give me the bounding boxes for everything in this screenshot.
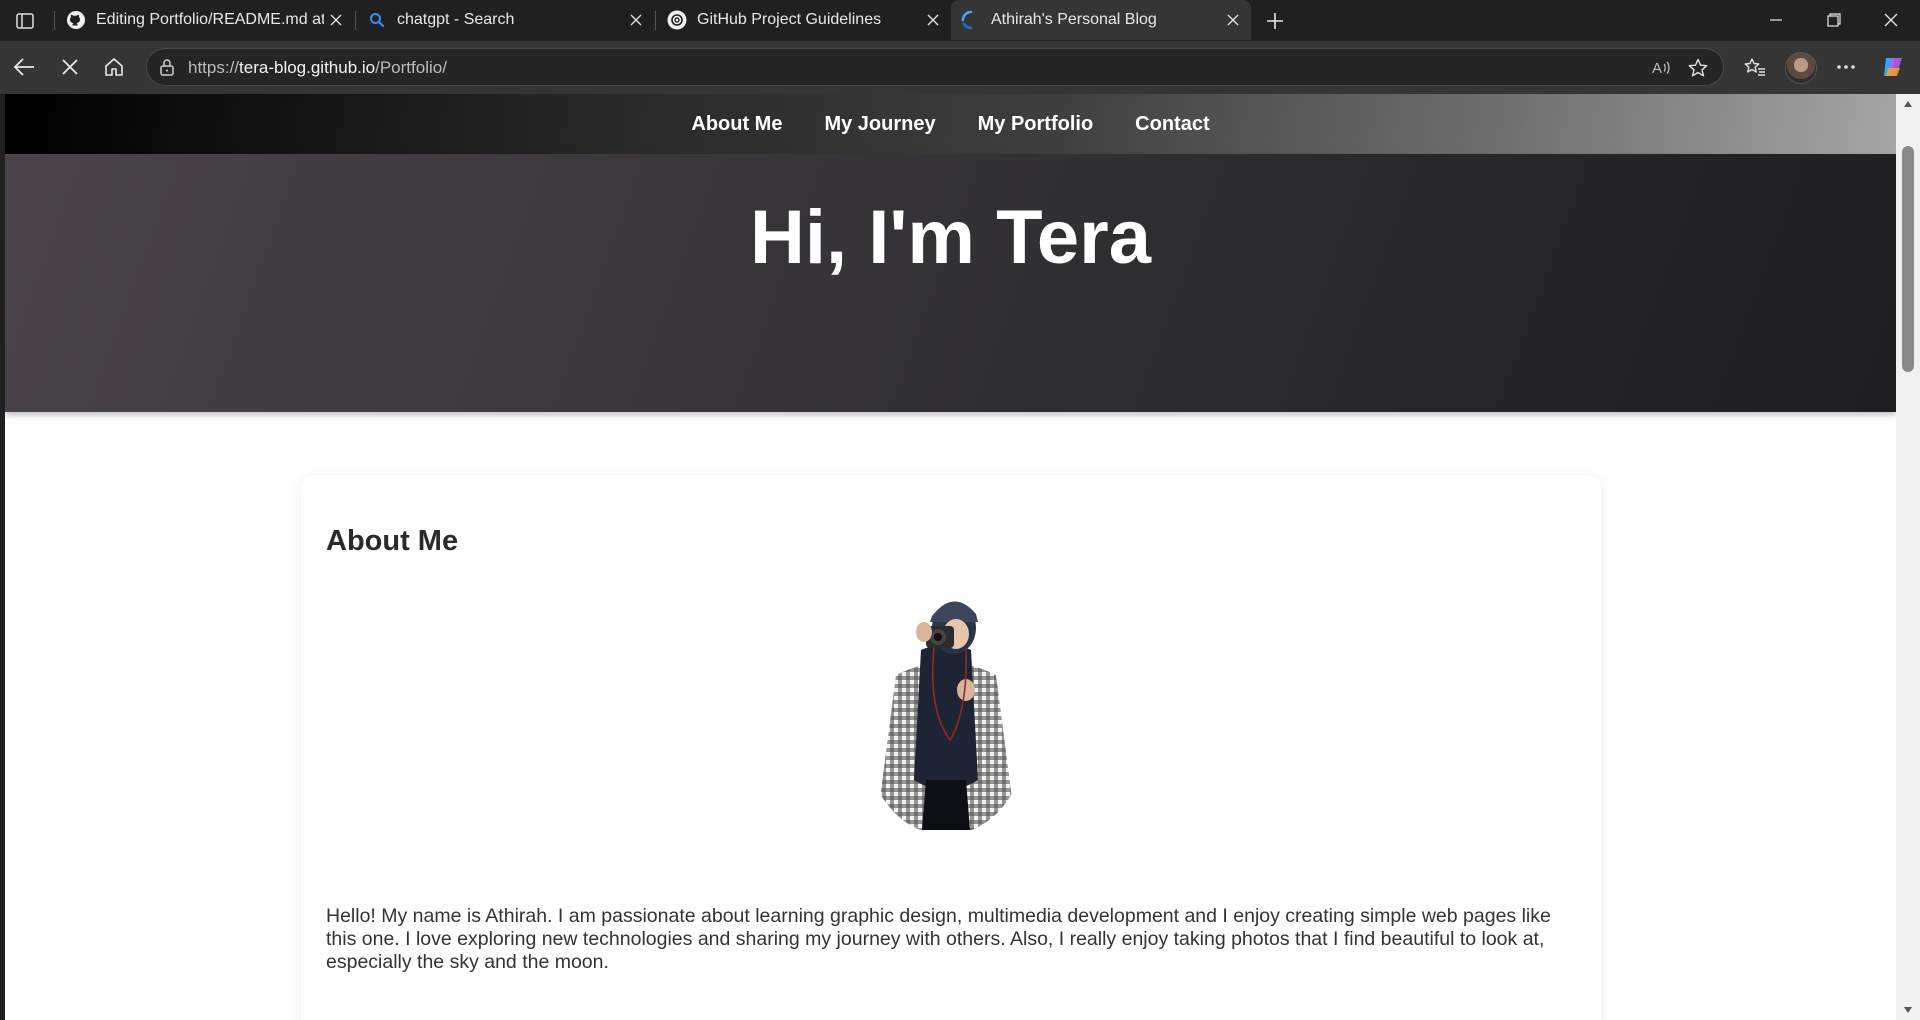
search-icon <box>367 10 387 30</box>
minimize-icon[interactable] <box>1747 0 1805 40</box>
tab-title: GitHub Project Guidelines <box>697 11 882 28</box>
url-host: tera-blog.github.io <box>239 58 376 77</box>
openai-icon <box>667 10 687 30</box>
scroll-down-icon[interactable] <box>1902 1004 1914 1016</box>
hero-title: Hi, I'm Tera <box>749 195 1151 280</box>
tab-athirah-blog[interactable]: Athirah's Personal Blog <box>951 0 1251 40</box>
about-me-card: About Me Hello! My name is Athirah. I am… <box>301 475 1601 1020</box>
url-text[interactable]: https://tera-blog.github.io/Portfolio/ <box>188 58 447 78</box>
url-path: /Portfolio/ <box>375 58 447 77</box>
close-icon[interactable] <box>921 8 945 32</box>
url-scheme: https:// <box>188 58 240 77</box>
back-icon[interactable] <box>8 51 40 83</box>
tab-title: chatgpt - Search <box>397 11 515 28</box>
hero-banner: Hi, I'm Tera <box>5 154 1896 412</box>
tab-github-readme[interactable]: Editing Portfolio/README.md at m <box>56 0 354 40</box>
site-nav: About Me My Journey My Portfolio Contact <box>5 94 1896 154</box>
tab-strip: Editing Portfolio/README.md at m chatgpt… <box>0 0 1920 41</box>
restore-icon[interactable] <box>1805 0 1863 40</box>
address-bar[interactable]: https://tera-blog.github.io/Portfolio/ A <box>146 48 1724 86</box>
window-close-icon[interactable] <box>1862 0 1920 40</box>
read-aloud-icon[interactable]: A <box>1650 57 1672 79</box>
about-text: Hello! My name is Athirah. I am passiona… <box>326 905 1551 973</box>
page-scrollbar[interactable] <box>1896 94 1920 1020</box>
profile-avatar[interactable] <box>1785 52 1817 84</box>
more-options-icon[interactable] <box>1830 51 1862 83</box>
nav-my-portfolio[interactable]: My Portfolio <box>978 113 1094 136</box>
lock-icon[interactable] <box>159 58 175 81</box>
sidebar-toggle-icon[interactable] <box>12 8 38 34</box>
close-icon[interactable] <box>1221 8 1245 32</box>
new-tab-button[interactable] <box>1261 7 1289 35</box>
profile-photo <box>866 580 1026 830</box>
browser-toolbar: https://tera-blog.github.io/Portfolio/ A <box>0 41 1920 94</box>
tab-separator <box>355 11 356 30</box>
favorites-icon[interactable] <box>1739 51 1771 83</box>
stop-loading-icon[interactable] <box>54 51 86 83</box>
home-icon[interactable] <box>98 51 130 83</box>
loading-icon <box>961 10 981 30</box>
about-heading: About Me <box>326 525 459 557</box>
tab-separator <box>655 11 656 30</box>
nav-about-me[interactable]: About Me <box>691 113 782 136</box>
tab-github-guidelines[interactable]: GitHub Project Guidelines <box>657 0 951 40</box>
copilot-icon[interactable] <box>1877 51 1909 83</box>
scrollbar-thumb[interactable] <box>1902 146 1914 372</box>
tab-separator <box>54 11 55 30</box>
tab-title: Editing Portfolio/README.md at m <box>96 11 324 28</box>
favorite-star-icon[interactable] <box>1687 57 1709 79</box>
svg-text:A: A <box>1652 60 1662 77</box>
close-icon[interactable] <box>624 8 648 32</box>
page-viewport: About Me My Journey My Portfolio Contact… <box>5 94 1896 1020</box>
tab-title: Athirah's Personal Blog <box>991 11 1157 28</box>
nav-contact[interactable]: Contact <box>1135 113 1209 136</box>
scroll-up-icon[interactable] <box>1902 98 1914 110</box>
close-icon[interactable] <box>324 8 348 32</box>
tab-chatgpt-search[interactable]: chatgpt - Search <box>357 0 654 40</box>
nav-my-journey[interactable]: My Journey <box>824 113 935 136</box>
github-icon <box>66 10 86 30</box>
